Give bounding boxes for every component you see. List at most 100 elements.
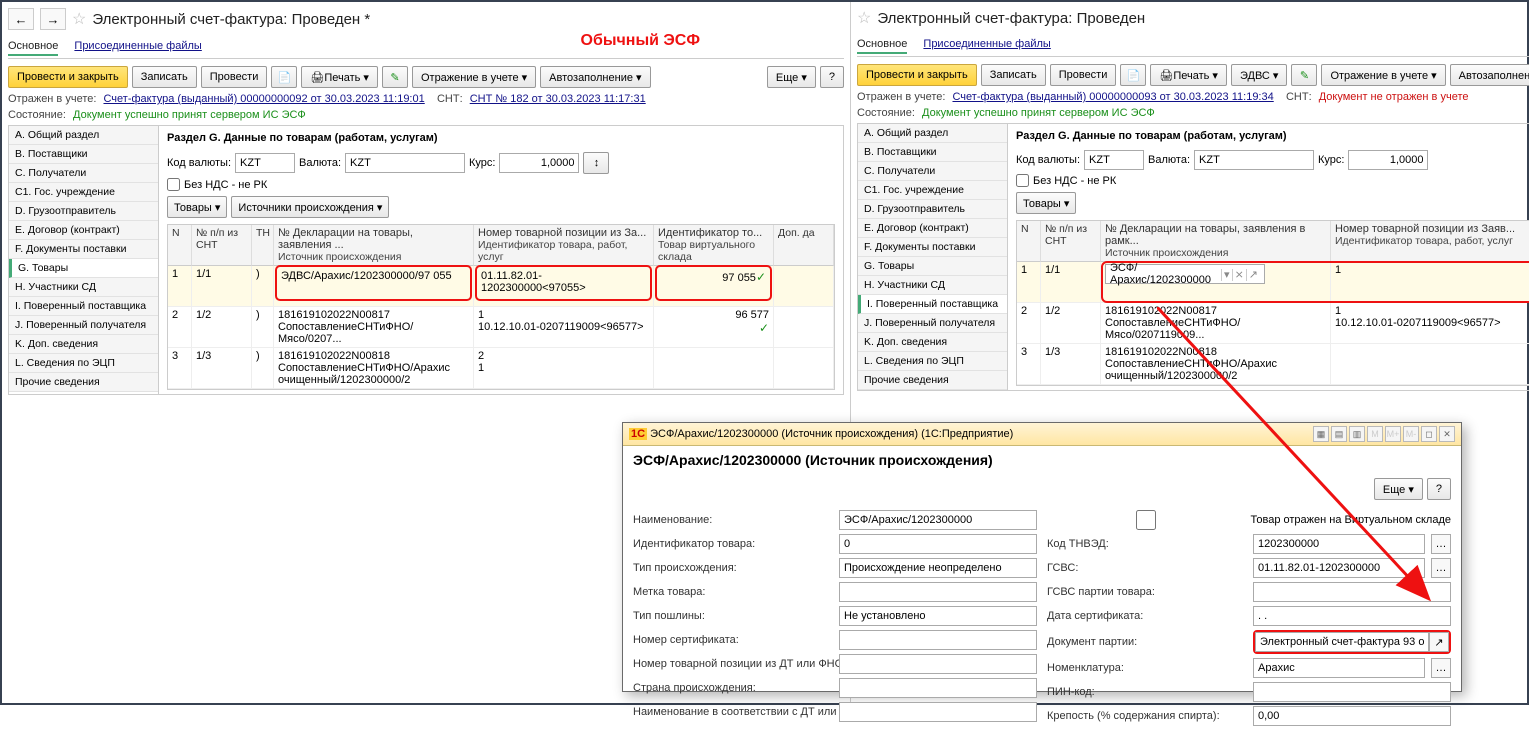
- batch-doc-input[interactable]: [1255, 632, 1429, 652]
- calc-icon[interactable]: ▤: [1331, 426, 1347, 442]
- popup-more[interactable]: Еще ▾: [1374, 478, 1423, 500]
- popup-field[interactable]: [839, 510, 1037, 530]
- tab-main[interactable]: Основное: [857, 36, 907, 54]
- sidebar-item[interactable]: F. Документы поставки: [9, 240, 158, 259]
- popup-field[interactable]: [1253, 606, 1451, 626]
- sidebar-item[interactable]: L. Сведения по ЭЦП: [9, 354, 158, 373]
- rate[interactable]: [1348, 150, 1428, 170]
- btn-goods[interactable]: Товары ▾: [1016, 192, 1076, 214]
- btn-write[interactable]: Записать: [981, 64, 1046, 86]
- btn-print[interactable]: 🖨 Печать ▾: [1150, 64, 1227, 86]
- btn-view-icon[interactable]: 📄: [1120, 64, 1146, 86]
- tool-icon[interactable]: ▦: [1313, 426, 1329, 442]
- sidebar-item[interactable]: J. Поверенный получателя: [858, 314, 1007, 333]
- sidebar-item[interactable]: Прочие сведения: [9, 373, 158, 392]
- open-icon[interactable]: …: [1431, 658, 1451, 678]
- popup-field[interactable]: [1253, 534, 1425, 554]
- popup-field[interactable]: [839, 630, 1037, 650]
- table-row[interactable]: 1 1/1 ЭСФ/Арахис/1202300000 ▾⨯↗ 1: [1017, 262, 1529, 303]
- sidebar-item[interactable]: H. Участники СД: [858, 276, 1007, 295]
- sidebar-item[interactable]: D. Грузоотправитель: [858, 200, 1007, 219]
- btn-print[interactable]: 🖨 Печать ▾: [301, 66, 378, 88]
- star-icon[interactable]: ☆: [72, 9, 86, 29]
- sidebar-item[interactable]: C. Получатели: [858, 162, 1007, 181]
- btn-more[interactable]: Еще ▾: [767, 66, 816, 88]
- popup-field[interactable]: [839, 606, 1037, 626]
- popup-field[interactable]: [1253, 706, 1451, 726]
- btn-autofill[interactable]: Автозаполнение ▾: [540, 66, 650, 88]
- sidebar-item[interactable]: L. Сведения по ЭЦП: [858, 352, 1007, 371]
- sidebar-item[interactable]: Прочие сведения: [858, 371, 1007, 390]
- btn-reflect[interactable]: Отражение в учете ▾: [412, 66, 536, 88]
- sidebar-item[interactable]: B. Поставщики: [858, 143, 1007, 162]
- sidebar-item[interactable]: B. Поставщики: [9, 145, 158, 164]
- sidebar-item[interactable]: H. Участники СД: [9, 278, 158, 297]
- close-icon[interactable]: ✕: [1439, 426, 1455, 442]
- btn-view-icon[interactable]: 📄: [271, 66, 297, 88]
- popup-field[interactable]: [839, 558, 1037, 578]
- popup-help[interactable]: ?: [1427, 478, 1451, 500]
- btn-post-close[interactable]: Провести и закрыть: [8, 66, 128, 88]
- tab-files[interactable]: Присоединенные файлы: [74, 38, 201, 56]
- currency-code[interactable]: [1084, 150, 1144, 170]
- currency-code[interactable]: [235, 153, 295, 173]
- sidebar-item[interactable]: A. Общий раздел: [858, 124, 1007, 143]
- open-icon[interactable]: ↗: [1429, 632, 1449, 652]
- snt-link[interactable]: СНТ № 182 от 30.03.2023 11:17:31: [470, 93, 646, 105]
- btn-autofill[interactable]: Автозаполнение ▾: [1450, 64, 1529, 86]
- btn-help[interactable]: ?: [820, 66, 844, 88]
- table-row[interactable]: 2 1/2 181619102022N00817СопоставлениеСНТ…: [1017, 303, 1529, 344]
- reflected-link[interactable]: Счет-фактура (выданный) 00000000092 от 3…: [103, 93, 424, 105]
- sidebar-item[interactable]: I. Поверенный поставщика: [858, 295, 1007, 314]
- table-row[interactable]: 3 1/3 181619102022N00818СопоставлениеСНТ…: [1017, 344, 1529, 385]
- popup-field[interactable]: [839, 702, 1037, 722]
- btn-write[interactable]: Записать: [132, 66, 197, 88]
- popup-field[interactable]: [839, 678, 1037, 698]
- popup-field[interactable]: [839, 534, 1037, 554]
- sidebar-item[interactable]: C1. Гос. учреждение: [9, 183, 158, 202]
- popup-field[interactable]: [1253, 682, 1451, 702]
- calendar-icon[interactable]: ▥: [1349, 426, 1365, 442]
- star-icon[interactable]: ☆: [857, 8, 871, 28]
- sidebar-item[interactable]: G. Товары: [9, 259, 158, 278]
- table-row[interactable]: 2 1/2 ) 181619102022N00817СопоставлениеС…: [168, 307, 834, 348]
- no-vat-checkbox[interactable]: [1016, 174, 1029, 187]
- btn-post[interactable]: Провести: [1050, 64, 1117, 86]
- window-icon[interactable]: ◻: [1421, 426, 1437, 442]
- sidebar-item[interactable]: I. Поверенный поставщика: [9, 297, 158, 316]
- popup-field[interactable]: [1253, 582, 1451, 602]
- virtual-warehouse-checkbox[interactable]: [1047, 510, 1245, 530]
- tab-main[interactable]: Основное: [8, 38, 58, 56]
- sidebar-item[interactable]: E. Договор (контракт): [858, 219, 1007, 238]
- open-icon[interactable]: …: [1431, 558, 1451, 578]
- sidebar-item[interactable]: J. Поверенный получателя: [9, 316, 158, 335]
- sidebar-item[interactable]: K. Доп. сведения: [9, 335, 158, 354]
- source-input[interactable]: ЭСФ/Арахис/1202300000 ▾⨯↗: [1105, 264, 1265, 284]
- btn-post[interactable]: Провести: [201, 66, 268, 88]
- btn-reflect[interactable]: Отражение в учете ▾: [1321, 64, 1445, 86]
- reflected-link[interactable]: Счет-фактура (выданный) 00000000093 от 3…: [952, 91, 1273, 103]
- popup-field[interactable]: [1253, 658, 1425, 678]
- no-vat-checkbox[interactable]: [167, 178, 180, 191]
- popup-field[interactable]: [1253, 558, 1425, 578]
- sidebar-item[interactable]: G. Товары: [858, 257, 1007, 276]
- sidebar-item[interactable]: E. Договор (контракт): [9, 221, 158, 240]
- btn-sources[interactable]: Источники происхождения ▾: [231, 196, 389, 218]
- btn-goods[interactable]: Товары ▾: [167, 196, 227, 218]
- sidebar-item[interactable]: C. Получатели: [9, 164, 158, 183]
- sidebar-item[interactable]: A. Общий раздел: [9, 126, 158, 145]
- popup-field[interactable]: [839, 582, 1037, 602]
- rate-btn[interactable]: ↕: [583, 152, 609, 174]
- btn-edit-icon[interactable]: ✎: [382, 66, 408, 88]
- nav-back[interactable]: ←: [8, 8, 34, 30]
- sidebar-item[interactable]: F. Документы поставки: [858, 238, 1007, 257]
- currency[interactable]: [345, 153, 465, 173]
- table-row[interactable]: 3 1/3 ) 181619102022N00818СопоставлениеС…: [168, 348, 834, 389]
- tab-files[interactable]: Присоединенные файлы: [923, 36, 1050, 54]
- currency[interactable]: [1194, 150, 1314, 170]
- open-icon[interactable]: …: [1431, 534, 1451, 554]
- btn-post-close[interactable]: Провести и закрыть: [857, 64, 977, 86]
- rate[interactable]: [499, 153, 579, 173]
- popup-field[interactable]: [839, 654, 1037, 674]
- btn-edit-icon[interactable]: ✎: [1291, 64, 1317, 86]
